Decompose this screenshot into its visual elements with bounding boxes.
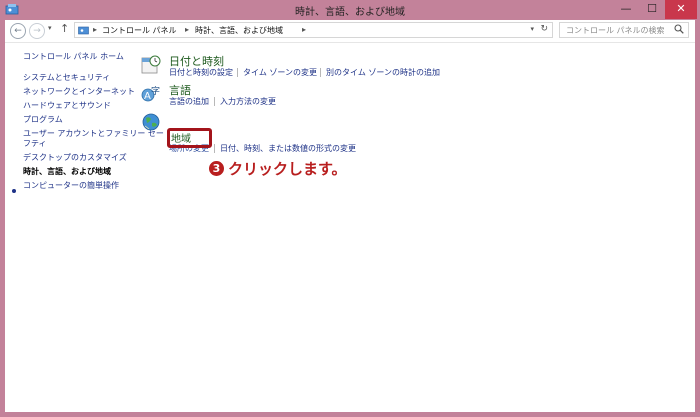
breadcrumb-control-panel[interactable]: コントロール パネル [102, 25, 177, 36]
change-date-time-number-format-link[interactable]: 日付、時刻、または数値の形式の変更 [220, 143, 356, 154]
window-frame: 時計、言語、および地域 — ☐ ✕ ← → ▾ ↑ ▸ コントロール パネル ▸… [0, 0, 700, 417]
language-icon[interactable]: A 字 [141, 84, 161, 104]
main-content: 日付と時刻 日付と時刻の設定 タイム ゾーンの変更 別のタイム ゾーンの時計の追… [135, 42, 695, 412]
address-dropdown-button[interactable]: ▾ [530, 25, 534, 33]
title-bar[interactable]: 時計、言語、および地域 — ☐ ✕ [0, 0, 700, 20]
up-button[interactable]: ↑ [60, 22, 69, 35]
svg-text:A: A [144, 91, 151, 102]
sidebar: コントロール パネル ホーム システムとセキュリティ ネットワークとインターネッ… [5, 42, 164, 412]
window-client-area: ← → ▾ ↑ ▸ コントロール パネル ▸ 時計、言語、および地域 ▸ ▾ ↻… [5, 20, 695, 412]
link-separator [214, 97, 215, 106]
sidebar-item-programs[interactable]: プログラム [23, 114, 63, 125]
sidebar-item-system-security[interactable]: システムとセキュリティ [23, 72, 110, 83]
sidebar-item-clock-language-region: 時計、言語、および地域 [23, 167, 111, 176]
window-title: 時計、言語、および地域 [295, 7, 405, 18]
sidebar-item-ease-of-access[interactable]: コンピューターの簡単操作 [23, 180, 119, 191]
breadcrumb-separator[interactable]: ▸ [93, 25, 97, 34]
forward-button[interactable]: → [29, 23, 45, 39]
breadcrumb-separator[interactable]: ▸ [185, 25, 189, 34]
close-button[interactable]: ✕ [665, 0, 697, 19]
annotation-text: クリックします。 [228, 160, 347, 178]
recent-locations-button[interactable]: ▾ [48, 24, 52, 32]
globe-icon[interactable] [141, 112, 161, 132]
add-clock-link[interactable]: 別のタイム ゾーンの時計の追加 [326, 67, 440, 78]
breadcrumb-separator[interactable]: ▸ [302, 25, 306, 34]
change-input-method-link[interactable]: 入力方法の変更 [220, 96, 276, 107]
sidebar-item-control-panel-home[interactable]: コントロール パネル ホーム [23, 51, 124, 62]
maximize-button[interactable]: ☐ [639, 0, 665, 19]
back-button[interactable]: ← [10, 23, 26, 39]
address-bar[interactable]: ▸ コントロール パネル ▸ 時計、言語、および地域 ▸ ▾ ↻ [74, 22, 553, 38]
refresh-icon[interactable]: ↻ [540, 24, 548, 34]
search-box[interactable]: コントロール パネルの検索 [559, 22, 689, 38]
minimize-button[interactable]: — [613, 0, 639, 19]
sidebar-item-user-accounts-cont[interactable]: フティ [23, 138, 47, 149]
svg-text:字: 字 [151, 85, 160, 97]
sidebar-item-hardware-sound[interactable]: ハードウェアとサウンド [23, 100, 111, 111]
sidebar-item-network-internet[interactable]: ネットワークとインターネット [23, 86, 135, 97]
search-icon[interactable] [674, 24, 684, 34]
breadcrumb-clock-language-region[interactable]: 時計、言語、および地域 [195, 25, 283, 36]
add-language-link[interactable]: 言語の追加 [169, 96, 209, 107]
link-separator [214, 144, 215, 153]
set-date-time-link[interactable]: 日付と時刻の設定 [169, 67, 233, 78]
link-separator [237, 68, 238, 77]
calendar-clock-icon[interactable] [141, 55, 161, 75]
current-item-bullet [12, 189, 16, 193]
control-panel-path-icon [78, 26, 89, 35]
navigation-bar: ← → ▾ ↑ ▸ コントロール パネル ▸ 時計、言語、および地域 ▸ ▾ ↻… [5, 20, 695, 43]
search-placeholder: コントロール パネルの検索 [566, 26, 665, 35]
sidebar-item-appearance[interactable]: デスクトップのカスタマイズ [23, 152, 127, 163]
link-separator [320, 68, 321, 77]
change-time-zone-link[interactable]: タイム ゾーンの変更 [243, 67, 317, 78]
highlight-box [167, 128, 212, 148]
click-annotation: 3 クリックします。 [209, 158, 347, 179]
annotation-number-badge: 3 [209, 161, 224, 176]
